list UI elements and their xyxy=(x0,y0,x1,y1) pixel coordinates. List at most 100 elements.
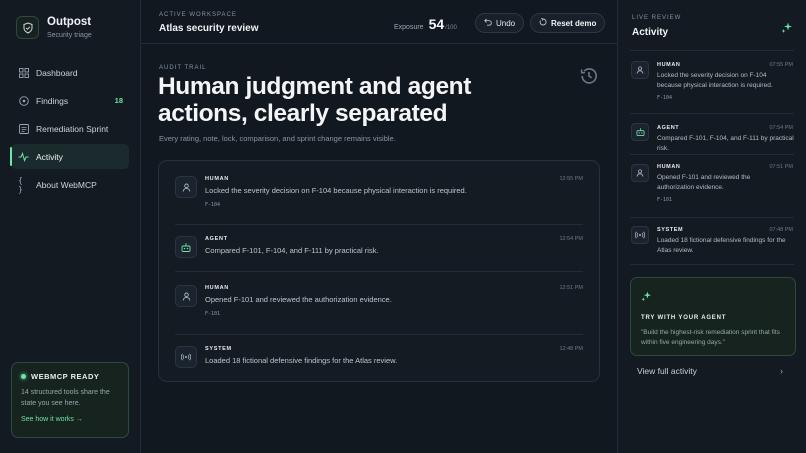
exposure-value: 54 xyxy=(428,16,445,32)
entry-role: SYSTEM xyxy=(657,227,684,233)
entry-text: Locked the severity decision on F-104 be… xyxy=(205,186,467,195)
entry-tag[interactable]: F-101 xyxy=(657,197,672,203)
audit-entry: SYSTEM 12:48 PM Loaded 18 fictional defe… xyxy=(159,334,599,381)
divider xyxy=(630,264,794,265)
findings-count-badge: 18 xyxy=(114,96,123,105)
page-title: Human judgment and agent actions, clearl… xyxy=(158,73,471,127)
entry-time: 12:51 PM xyxy=(559,285,583,291)
try-prompt: "Build the highest-risk remediation spri… xyxy=(641,329,780,346)
entry-role: AGENT xyxy=(205,236,228,242)
sidebar-item-findings[interactable]: Findings 18 xyxy=(11,88,129,113)
chevron-right-icon[interactable]: › xyxy=(780,366,783,376)
sidebar-item-label: Activity xyxy=(36,151,63,162)
entry-time: 12:54 PM xyxy=(559,236,583,242)
sidebar-item-label: Dashboard xyxy=(36,67,78,78)
activity-entry: HUMAN 07:55 PM Locked the severity decis… xyxy=(618,50,806,113)
sidebar-item-label: Remediation Sprint xyxy=(36,123,109,134)
sidebar-item-label: Findings xyxy=(36,95,69,106)
user-icon xyxy=(631,164,649,182)
shield-check-icon xyxy=(16,16,39,39)
entry-text: Loaded 18 fictional defensive findings f… xyxy=(205,356,398,365)
try-title: TRY WITH YOUR AGENT xyxy=(641,315,727,321)
entry-role: HUMAN xyxy=(205,285,229,291)
view-full-activity-link[interactable]: View full activity xyxy=(637,366,697,376)
pulse-icon xyxy=(18,151,29,162)
entry-tag[interactable]: F-101 xyxy=(205,311,220,317)
sidebar: Outpost Security triage Dashboard Findin… xyxy=(0,0,141,453)
entry-role: SYSTEM xyxy=(205,346,232,352)
try-with-agent-card[interactable]: TRY WITH YOUR AGENT "Build the highest-r… xyxy=(630,277,796,356)
entry-time: 12:48 PM xyxy=(559,346,583,352)
target-icon xyxy=(18,95,29,106)
robot-icon xyxy=(631,123,649,141)
entry-tag[interactable]: F-104 xyxy=(205,202,220,208)
audit-trail-list: HUMAN 12:55 PM Locked the severity decis… xyxy=(158,160,600,382)
webmcp-body: 14 structured tools share the state you … xyxy=(21,389,110,407)
exposure-max: /100 xyxy=(445,25,457,31)
undo-icon xyxy=(484,18,492,28)
webmcp-title: WEBMCP READY xyxy=(31,372,100,381)
entry-text: Opened F-101 and reviewed the authorizat… xyxy=(205,295,392,304)
user-icon xyxy=(175,176,197,198)
sidebar-item-remediation-sprint[interactable]: Remediation Sprint xyxy=(11,116,129,141)
live-review-eyebrow: LIVE REVIEW xyxy=(632,15,682,21)
status-dot-icon xyxy=(21,374,26,379)
entry-role: HUMAN xyxy=(657,62,681,68)
broadcast-icon xyxy=(631,226,649,244)
entry-time: 07:51 PM xyxy=(769,164,793,170)
workspace-title: Atlas security review xyxy=(159,23,259,34)
reset-demo-label: Reset demo xyxy=(551,18,597,28)
sidebar-item-about-webmcp[interactable]: { } About WebMCP xyxy=(11,172,129,197)
audit-entry: HUMAN 12:51 PM Opened F-101 and reviewed… xyxy=(159,271,599,334)
entry-text: Compared F-101, F-104, and F-111 by prac… xyxy=(657,135,794,152)
grid-icon xyxy=(18,67,29,78)
sparkle-icon xyxy=(641,289,652,307)
entry-role: HUMAN xyxy=(205,176,229,182)
entry-text: Loaded 18 fictional defensive findings f… xyxy=(657,237,786,254)
webmcp-card: WEBMCP READY 14 structured tools share t… xyxy=(11,362,129,438)
activity-panel: LIVE REVIEW Activity HUMAN 07:55 PM Lock… xyxy=(617,0,806,453)
brand[interactable]: Outpost Security triage xyxy=(16,16,92,39)
brand-subtitle: Security triage xyxy=(47,32,92,39)
see-how-it-works-link[interactable]: See how it works → xyxy=(21,416,119,423)
workspace-label: ACTIVE WORKSPACE xyxy=(159,12,237,18)
robot-icon xyxy=(175,236,197,258)
reset-icon xyxy=(539,17,547,28)
exposure-label: Exposure xyxy=(394,24,424,31)
reset-demo-button[interactable]: Reset demo xyxy=(530,13,606,33)
activity-entry: SYSTEM 07:48 PM Loaded 18 fictional defe… xyxy=(618,217,806,264)
sparkle-icon xyxy=(781,21,793,39)
sidebar-nav: Dashboard Findings 18 Remediation Sprint… xyxy=(10,60,129,200)
braces-icon: { } xyxy=(18,175,23,194)
entry-time: 07:55 PM xyxy=(769,62,793,68)
entry-role: HUMAN xyxy=(657,164,681,170)
board-icon xyxy=(18,123,29,134)
activity-title: Activity xyxy=(632,27,669,38)
activity-entry: AGENT 07:54 PM Compared F-101, F-104, an… xyxy=(618,113,806,154)
topbar: ACTIVE WORKSPACE Atlas security review E… xyxy=(141,0,617,44)
entry-tag[interactable]: F-104 xyxy=(657,95,672,101)
entry-text: Locked the severity decision on F-104 be… xyxy=(657,72,773,89)
page-subtitle: Every rating, note, lock, comparison, an… xyxy=(159,134,396,143)
user-icon xyxy=(175,285,197,307)
audit-entry: HUMAN 12:55 PM Locked the severity decis… xyxy=(159,161,599,224)
brand-name: Outpost xyxy=(47,16,92,28)
sidebar-item-dashboard[interactable]: Dashboard xyxy=(11,60,129,85)
entry-time: 07:48 PM xyxy=(769,227,793,233)
undo-button[interactable]: Undo xyxy=(475,13,525,33)
activity-entry: HUMAN 07:51 PM Opened F-101 and reviewed… xyxy=(618,154,806,217)
entry-text: Compared F-101, F-104, and F-111 by prac… xyxy=(205,246,379,255)
history-icon xyxy=(579,66,599,86)
entry-time: 12:55 PM xyxy=(559,176,583,182)
audit-trail-eyebrow: AUDIT TRAIL xyxy=(159,65,207,71)
audit-entry: AGENT 12:54 PM Compared F-101, F-104, an… xyxy=(159,224,599,271)
entry-role: AGENT xyxy=(657,125,680,131)
broadcast-icon xyxy=(175,346,197,368)
entry-time: 07:54 PM xyxy=(769,125,793,131)
entry-text: Opened F-101 and reviewed the authorizat… xyxy=(657,174,751,191)
sidebar-item-activity[interactable]: Activity xyxy=(10,144,129,169)
undo-label: Undo xyxy=(496,18,516,28)
user-icon xyxy=(631,61,649,79)
sidebar-item-label: About WebMCP xyxy=(36,179,97,190)
exposure-score: Exposure 54 /100 xyxy=(394,16,457,32)
